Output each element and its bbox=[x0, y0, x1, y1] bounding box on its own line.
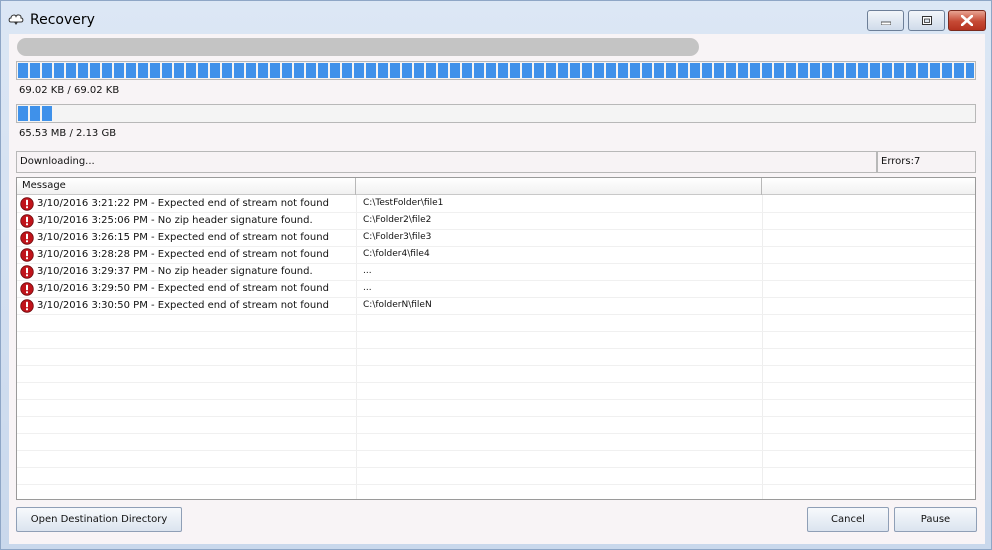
overall-progress-track bbox=[17, 38, 699, 56]
row-path: C:\TestFolder\file1 bbox=[363, 198, 444, 208]
error-count: Errors:7 bbox=[877, 151, 976, 173]
minimize-icon bbox=[880, 21, 891, 25]
error-icon bbox=[20, 197, 34, 211]
recovery-window: Recovery 69.02 KB / 69.02 KB 65.53 MB / … bbox=[0, 0, 992, 550]
total-progress-bar bbox=[16, 104, 976, 123]
error-icon bbox=[20, 282, 34, 296]
row-message: 3/10/2016 3:30:50 PM - Expected end of s… bbox=[37, 300, 329, 311]
row-path: C:\folder4\file4 bbox=[363, 249, 430, 259]
list-header: Message bbox=[17, 178, 975, 195]
error-icon bbox=[20, 265, 34, 279]
file-progress-bar bbox=[16, 61, 976, 80]
list-rows: 3/10/2016 3:21:22 PM - Expected end of s… bbox=[17, 196, 975, 499]
close-button[interactable] bbox=[948, 10, 986, 31]
table-row[interactable]: 3/10/2016 3:25:06 PM - No zip header sig… bbox=[17, 213, 975, 230]
error-icon bbox=[20, 214, 34, 228]
table-row[interactable]: 3/10/2016 3:29:50 PM - Expected end of s… bbox=[17, 281, 975, 298]
empty-row bbox=[17, 434, 975, 451]
error-icon bbox=[20, 231, 34, 245]
table-row[interactable]: 3/10/2016 3:30:50 PM - Expected end of s… bbox=[17, 298, 975, 315]
pause-button[interactable]: Pause bbox=[894, 507, 977, 532]
status-text: Downloading... bbox=[16, 151, 877, 173]
title-bar[interactable]: Recovery bbox=[1, 1, 991, 35]
row-path: C:\folderN\fileN bbox=[363, 300, 432, 310]
window-content: 69.02 KB / 69.02 KB 65.53 MB / 2.13 GB D… bbox=[9, 34, 985, 544]
row-message: 3/10/2016 3:25:06 PM - No zip header sig… bbox=[37, 215, 313, 226]
empty-row bbox=[17, 400, 975, 417]
close-icon bbox=[961, 15, 973, 26]
column-header-path[interactable] bbox=[356, 178, 762, 195]
empty-row bbox=[17, 332, 975, 349]
window-title: Recovery bbox=[30, 12, 95, 28]
row-path: C:\Folder2\file2 bbox=[363, 215, 432, 225]
empty-row bbox=[17, 485, 975, 499]
file-progress-label: 69.02 KB / 69.02 KB bbox=[19, 85, 120, 96]
row-path: C:\Folder3\file3 bbox=[363, 232, 432, 242]
cloud-icon bbox=[8, 14, 24, 25]
maximize-icon bbox=[921, 16, 932, 25]
total-progress-label: 65.53 MB / 2.13 GB bbox=[19, 128, 117, 139]
table-row[interactable]: 3/10/2016 3:26:15 PM - Expected end of s… bbox=[17, 230, 975, 247]
file-progress-fill bbox=[18, 63, 974, 78]
open-destination-directory-button[interactable]: Open Destination Directory bbox=[16, 507, 182, 532]
error-icon bbox=[20, 248, 34, 262]
column-header-message[interactable]: Message bbox=[17, 178, 356, 195]
error-log-list[interactable]: Message 3/10/2016 3:21:22 PM - Expected … bbox=[16, 177, 976, 500]
maximize-button[interactable] bbox=[908, 10, 945, 31]
minimize-button[interactable] bbox=[867, 10, 904, 31]
empty-row bbox=[17, 383, 975, 400]
empty-row bbox=[17, 417, 975, 434]
row-message: 3/10/2016 3:29:37 PM - No zip header sig… bbox=[37, 266, 313, 277]
table-row[interactable]: 3/10/2016 3:29:37 PM - No zip header sig… bbox=[17, 264, 975, 281]
cancel-button[interactable]: Cancel bbox=[807, 507, 889, 532]
empty-row bbox=[17, 349, 975, 366]
empty-row bbox=[17, 451, 975, 468]
table-row[interactable]: 3/10/2016 3:28:28 PM - Expected end of s… bbox=[17, 247, 975, 264]
empty-row bbox=[17, 315, 975, 332]
row-message: 3/10/2016 3:21:22 PM - Expected end of s… bbox=[37, 198, 329, 209]
table-row[interactable]: 3/10/2016 3:21:22 PM - Expected end of s… bbox=[17, 196, 975, 213]
empty-row bbox=[17, 468, 975, 485]
total-progress-fill bbox=[18, 106, 52, 121]
empty-row bbox=[17, 366, 975, 383]
row-message: 3/10/2016 3:26:15 PM - Expected end of s… bbox=[37, 232, 329, 243]
row-path: ... bbox=[363, 283, 372, 293]
row-message: 3/10/2016 3:29:50 PM - Expected end of s… bbox=[37, 283, 329, 294]
row-message: 3/10/2016 3:28:28 PM - Expected end of s… bbox=[37, 249, 329, 260]
row-path: ... bbox=[363, 266, 372, 276]
column-header-extra[interactable] bbox=[762, 178, 975, 195]
error-icon bbox=[20, 299, 34, 313]
